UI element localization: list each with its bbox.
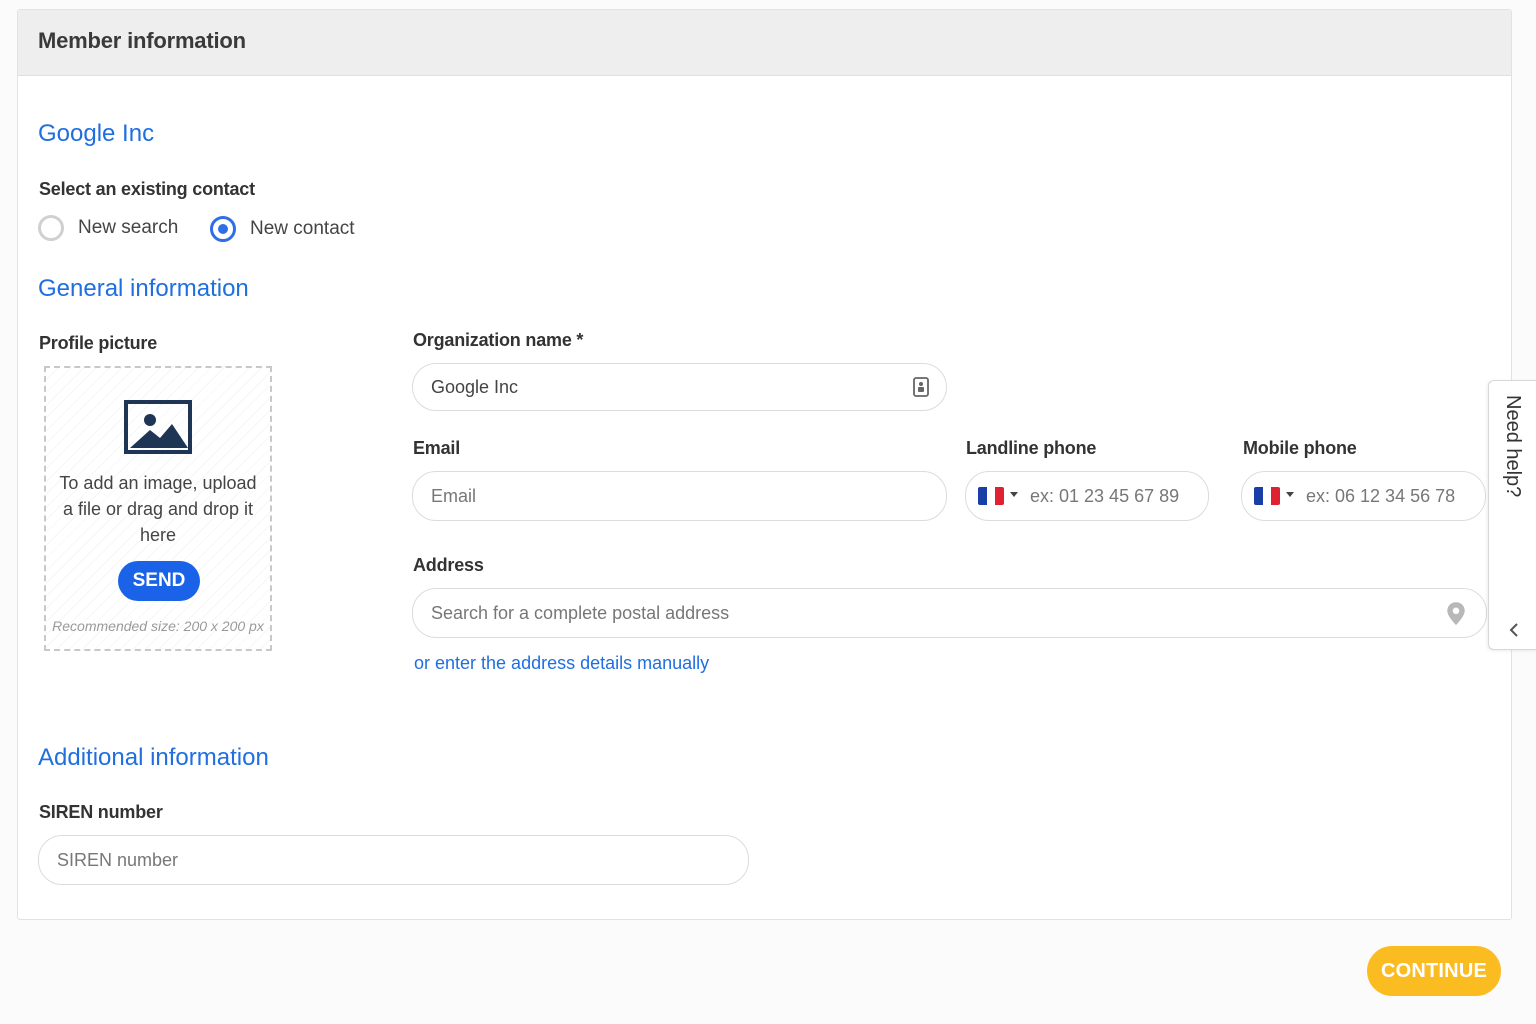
mobile-phone-field[interactable]: [1241, 471, 1486, 521]
chevron-left-icon[interactable]: [1507, 621, 1521, 639]
panel-header: Member information: [18, 10, 1511, 76]
landline-phone-input[interactable]: [1030, 472, 1200, 520]
france-flag-icon[interactable]: [978, 487, 1004, 505]
address-label: Address: [413, 555, 484, 575]
mobile-phone-label: Mobile phone: [1243, 438, 1357, 458]
siren-number-input[interactable]: [57, 836, 625, 884]
caret-down-icon[interactable]: [1286, 492, 1294, 497]
contact-select-label: Select an existing contact: [39, 179, 255, 199]
radio-new-search-indicator[interactable]: [38, 215, 64, 241]
map-pin-icon: [1447, 602, 1465, 625]
organization-name-field[interactable]: [412, 363, 947, 411]
company-name-heading: Google Inc: [38, 120, 155, 147]
siren-number-field[interactable]: [38, 835, 749, 885]
mobile-phone-input[interactable]: [1306, 472, 1477, 520]
address-search-input[interactable]: [431, 589, 1290, 637]
manual-address-link[interactable]: or enter the address details manually: [414, 653, 709, 674]
email-field[interactable]: [412, 471, 947, 521]
france-flag-icon[interactable]: [1254, 487, 1280, 505]
panel-title: Member information: [38, 28, 246, 53]
additional-information-heading: Additional information: [38, 744, 269, 771]
organization-name-input[interactable]: [431, 364, 858, 410]
profile-picture-label: Profile picture: [39, 333, 158, 353]
radio-new-search-label: New search: [78, 217, 179, 238]
landline-phone-label: Landline phone: [966, 438, 1097, 458]
send-button[interactable]: SEND: [118, 561, 200, 601]
need-help-tab[interactable]: Need help?: [1488, 380, 1536, 650]
profile-picture-dropzone[interactable]: To add an image, upload a file or drag a…: [44, 366, 272, 651]
radio-new-search[interactable]: New search: [38, 215, 178, 241]
radio-new-contact[interactable]: New contact: [210, 216, 355, 242]
need-help-label: Need help?: [1502, 395, 1524, 498]
address-field[interactable]: [412, 588, 1487, 638]
radio-new-contact-indicator[interactable]: [210, 216, 236, 242]
general-information-heading: General information: [38, 275, 249, 302]
email-label: Email: [413, 438, 461, 458]
landline-phone-field[interactable]: [965, 471, 1209, 521]
email-input[interactable]: [431, 472, 858, 520]
recommended-size-hint: Recommended size: 200 x 200 px: [52, 618, 264, 634]
siren-number-label: SIREN number: [39, 802, 163, 822]
image-icon: [124, 400, 192, 454]
continue-button[interactable]: CONTINUE: [1367, 946, 1501, 996]
dropzone-instructions: To add an image, upload a file or drag a…: [59, 473, 257, 545]
contact-card-icon[interactable]: [910, 376, 932, 398]
radio-new-contact-label: New contact: [250, 218, 355, 239]
caret-down-icon[interactable]: [1010, 492, 1018, 497]
organization-name-label: Organization name *: [413, 330, 584, 350]
